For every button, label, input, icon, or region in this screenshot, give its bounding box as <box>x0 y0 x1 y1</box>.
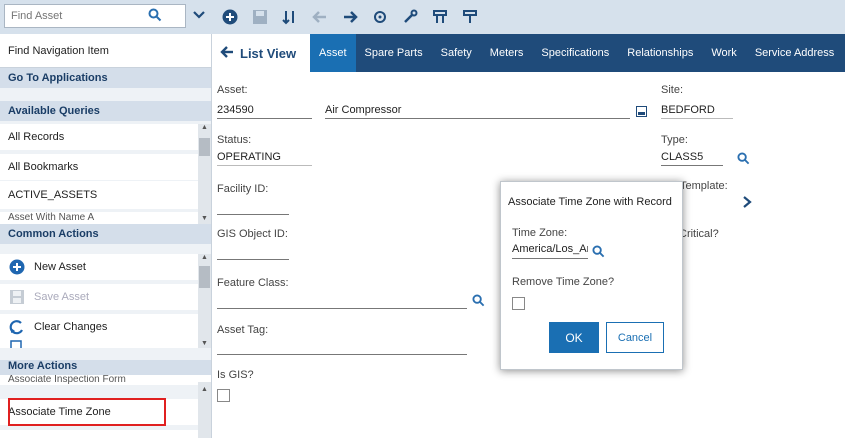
critical-label: Critical? <box>679 228 719 240</box>
time-zone-search-icon[interactable] <box>592 245 605 261</box>
is-gis-checkbox[interactable] <box>217 389 230 402</box>
asset-description-field[interactable]: Air Compressor <box>325 104 401 116</box>
feature-class-label: Feature Class: <box>217 277 289 289</box>
plus-circle-icon <box>8 258 26 276</box>
remove-time-zone-checkbox[interactable] <box>512 297 525 310</box>
available-queries-header[interactable]: Available Queries <box>0 101 211 121</box>
common-actions-label: Common Actions <box>8 228 99 240</box>
action-clear-changes[interactable]: Clear Changes <box>0 314 211 340</box>
tab-asset[interactable]: Asset <box>310 34 356 72</box>
hierarchy-icon[interactable] <box>432 9 448 25</box>
facility-id-label: Facility ID: <box>217 183 269 195</box>
query-label: All Records <box>8 131 65 143</box>
scroll-down-icon[interactable]: ▼ <box>200 215 209 223</box>
list-view-label: List View <box>240 45 297 61</box>
feature-class-search-icon[interactable] <box>472 294 485 310</box>
site-field[interactable]: BEDFORD <box>661 104 715 116</box>
tab-specifications[interactable]: Specifications <box>532 34 618 72</box>
tab-safety[interactable]: Safety <box>432 34 481 72</box>
more-actions-header[interactable]: More Actions <box>0 360 211 375</box>
query-label: Asset With Name A <box>8 212 95 223</box>
tab-spare-parts[interactable]: Spare Parts <box>356 34 432 72</box>
time-zone-label: Time Zone: <box>512 227 568 239</box>
arrow-left-icon <box>220 45 234 62</box>
action-label: Clear Changes <box>34 321 108 333</box>
left-sidebar: Find Navigation Item Go To Applications … <box>0 0 212 438</box>
type-label: Type: <box>661 134 688 146</box>
tab-relationships[interactable]: Relationships <box>618 34 702 72</box>
long-description-icon[interactable] <box>636 106 647 120</box>
associate-time-zone-dialog: Associate Time Zone with Record Time Zon… <box>500 181 683 370</box>
remove-time-zone-label: Remove Time Zone? <box>512 276 615 288</box>
common-actions-header[interactable]: Common Actions <box>0 224 211 244</box>
time-zone-field[interactable]: America/Los_Ar <box>512 243 588 255</box>
go-to-applications-header[interactable]: Go To Applications <box>0 68 211 88</box>
wrench-icon[interactable] <box>402 9 418 25</box>
scroll-down-icon[interactable]: ▼ <box>200 340 209 348</box>
is-gis-label: Is GIS? <box>217 369 254 381</box>
query-all-records[interactable]: All Records <box>0 124 211 150</box>
asset-field[interactable]: 234590 <box>217 104 254 116</box>
undo-icon <box>8 318 26 336</box>
save-icon <box>8 288 26 306</box>
scroll-up-icon[interactable]: ▲ <box>200 254 209 262</box>
settings-icon[interactable] <box>372 9 388 25</box>
arrow-right-icon[interactable] <box>342 9 358 25</box>
chevron-right-icon[interactable] <box>742 196 752 211</box>
asset-tag-label: Asset Tag: <box>217 324 269 336</box>
action-partial-bottom[interactable] <box>0 430 211 438</box>
sort-icon[interactable] <box>282 9 298 25</box>
ok-button[interactable]: OK <box>549 322 599 353</box>
save-icon[interactable] <box>252 9 268 25</box>
add-circle-icon[interactable] <box>222 9 238 25</box>
status-field[interactable]: OPERATING <box>217 151 281 163</box>
type-search-icon[interactable] <box>737 152 750 168</box>
scroll-up-icon[interactable]: ▲ <box>200 386 209 394</box>
tab-bar: List View Asset Spare Parts Safety Meter… <box>212 34 845 72</box>
chevron-down-icon[interactable] <box>192 8 206 22</box>
available-queries-label: Available Queries <box>8 105 100 117</box>
actions-scrollbar[interactable] <box>198 254 211 348</box>
query-active-assets[interactable]: ACTIVE_ASSETS <box>0 181 211 209</box>
query-label: All Bookmarks <box>8 161 79 173</box>
query-asset-with-name[interactable]: Asset With Name A <box>0 212 211 224</box>
dialog-title: Associate Time Zone with Record <box>508 196 672 208</box>
action-save-asset[interactable]: Save Asset <box>0 284 211 310</box>
query-label: ACTIVE_ASSETS <box>8 189 98 201</box>
action-label: Save Asset <box>34 291 90 303</box>
action-label: Associate Inspection Form <box>8 375 126 385</box>
gis-object-id-label: GIS Object ID: <box>217 228 288 240</box>
arrow-left-icon[interactable] <box>312 9 328 25</box>
query-all-bookmarks[interactable]: All Bookmarks <box>0 154 211 180</box>
go-to-applications-label: Go To Applications <box>8 72 108 84</box>
site-label: Site: <box>661 84 684 96</box>
queries-scrollbar[interactable] <box>198 124 211 224</box>
more-actions-label: More Actions <box>8 360 78 372</box>
action-partial[interactable] <box>0 340 211 348</box>
status-label: Status: <box>217 134 252 146</box>
scroll-up-icon[interactable]: ▲ <box>200 124 209 132</box>
tab-service-address[interactable]: Service Address <box>746 34 843 72</box>
find-navigation-item-label: Find Navigation Item <box>8 44 109 57</box>
hierarchy-alt-icon[interactable] <box>462 9 478 25</box>
tab-meters[interactable]: Meters <box>481 34 533 72</box>
action-associate-inspection-form[interactable]: Associate Inspection Form <box>0 375 211 385</box>
action-label: New Asset <box>34 261 86 273</box>
main-toolbar <box>212 0 845 34</box>
list-view-button[interactable]: List View <box>212 34 310 72</box>
find-navigation-item-input[interactable]: Find Navigation Item <box>0 34 211 68</box>
highlight-box <box>8 398 166 426</box>
action-new-asset[interactable]: New Asset <box>0 254 211 280</box>
type-field[interactable]: CLASS5 <box>661 151 703 163</box>
cancel-button[interactable]: Cancel <box>606 322 664 353</box>
copy-icon <box>8 340 26 348</box>
find-asset-bar <box>0 0 212 34</box>
asset-label: Asset: <box>217 84 248 96</box>
template-label: Template: <box>680 180 728 192</box>
tab-work[interactable]: Work <box>702 34 745 72</box>
search-icon[interactable] <box>148 8 162 22</box>
